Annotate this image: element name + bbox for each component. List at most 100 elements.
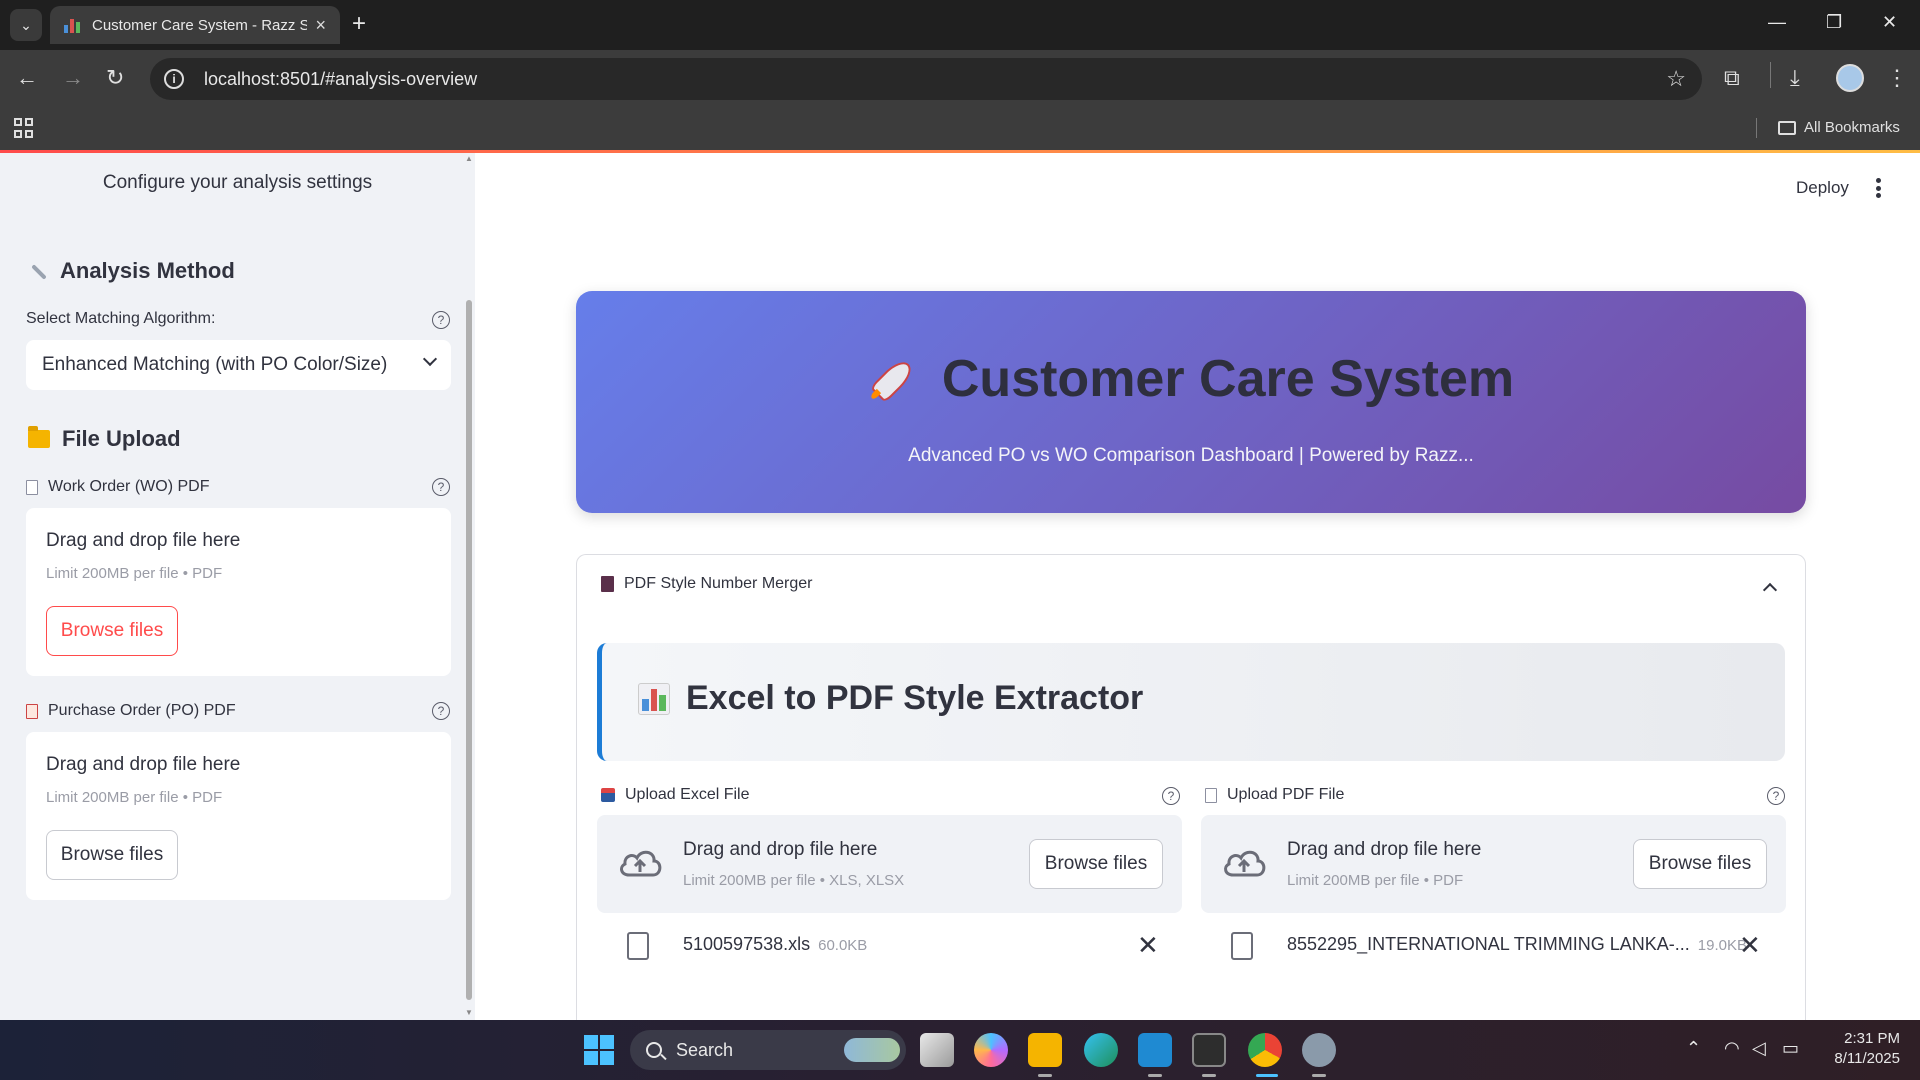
search-icon	[646, 1042, 662, 1058]
po-upload-label-text: Purchase Order (PO) PDF	[48, 702, 236, 719]
taskbar-search-label: Search	[676, 1039, 734, 1060]
downloads-icon[interactable]: ⤓	[1790, 65, 1800, 91]
bookmark-star-icon[interactable]: ☆	[1666, 66, 1686, 92]
all-bookmarks-label: All Bookmarks	[1804, 119, 1900, 136]
window-close-icon[interactable]: ✕	[1882, 12, 1897, 33]
remove-excel-file-icon[interactable]: ✕	[1137, 932, 1159, 958]
new-tab-button[interactable]: +	[352, 12, 366, 36]
pdf-file-name: 8552295_INTERNATIONAL TRIMMING LANKA-...…	[1287, 934, 1747, 955]
analysis-method-heading: Analysis Method	[28, 258, 235, 284]
algorithm-help-icon[interactable]: ?	[432, 311, 450, 329]
reload-icon[interactable]: ↻	[106, 64, 124, 92]
wo-dropzone[interactable]: Drag and drop file here Limit 200MB per …	[26, 508, 451, 676]
extensions-icon[interactable]: ⧉	[1724, 65, 1740, 91]
clipboard-icon	[26, 703, 38, 719]
pdf-drop-limit: Limit 200MB per file • PDF	[1287, 872, 1464, 889]
remove-pdf-file-icon[interactable]: ✕	[1739, 932, 1761, 958]
folder-icon	[28, 426, 50, 448]
taskbar-search[interactable]: Search	[630, 1030, 906, 1070]
hero-title-text: Customer Care System	[941, 350, 1515, 408]
algorithm-select[interactable]: Enhanced Matching (with PO Color/Size)	[26, 340, 451, 390]
pdf-browse-button[interactable]: Browse files	[1633, 839, 1767, 889]
address-bar[interactable]: i localhost:8501/#analysis-overview ☆	[150, 58, 1702, 100]
bar-chart-icon	[638, 682, 670, 715]
excel-file-name: 5100597538.xls 60.0KB	[683, 934, 867, 955]
hero-banner: Customer Care System Advanced PO vs WO C…	[576, 291, 1806, 513]
hero-subtitle: Advanced PO vs WO Comparison Dashboard |…	[908, 445, 1474, 466]
scroll-down-icon[interactable]: ▼	[465, 1008, 473, 1017]
settings-running-indicator	[1312, 1074, 1326, 1077]
task-view-icon[interactable]	[920, 1033, 954, 1067]
pdf-uploaded-file: 8552295_INTERNATIONAL TRIMMING LANKA-...…	[1201, 928, 1786, 976]
excel-file-name-text: 5100597538.xls	[683, 934, 811, 954]
all-bookmarks-button[interactable]: All Bookmarks	[1778, 119, 1900, 136]
analysis-method-heading-text: Analysis Method	[60, 258, 235, 283]
po-help-icon[interactable]: ?	[432, 702, 450, 720]
site-info-icon[interactable]: i	[164, 69, 184, 89]
volume-icon[interactable]: ◁	[1752, 1038, 1766, 1059]
cloud-upload-icon	[620, 850, 662, 877]
pdf-merger-expander: PDF Style Number Merger Excel to PDF Sty…	[576, 554, 1806, 1024]
edge-icon[interactable]	[1084, 1033, 1118, 1067]
excel-uploaded-file: 5100597538.xls 60.0KB ✕	[597, 928, 1182, 976]
wo-help-icon[interactable]: ?	[432, 478, 450, 496]
chrome-active-indicator	[1256, 1074, 1278, 1077]
folder-icon	[1778, 120, 1796, 135]
profile-avatar[interactable]	[1836, 64, 1864, 92]
wifi-icon[interactable]: ◠	[1724, 1038, 1740, 1059]
settings-gear-icon[interactable]	[1302, 1033, 1336, 1067]
wo-browse-button[interactable]: Browse files	[46, 606, 178, 656]
chevron-down-icon	[422, 351, 438, 367]
po-dropzone[interactable]: Drag and drop file here Limit 200MB per …	[26, 732, 451, 900]
tray-overflow-icon[interactable]: ⌃	[1686, 1038, 1701, 1059]
favicon-icon	[64, 17, 80, 33]
sidebar-scrollbar[interactable]: ▲ ▼	[465, 154, 473, 1017]
excel-upload-label: Upload Excel File	[601, 786, 750, 804]
chevron-up-icon[interactable]	[1762, 582, 1778, 598]
vscode-icon[interactable]	[1138, 1033, 1172, 1067]
hero-title: Customer Care System	[576, 349, 1806, 409]
excel-help-icon[interactable]: ?	[1162, 787, 1180, 805]
system-clock[interactable]: 2:31 PM 8/11/2025	[1820, 1029, 1900, 1069]
apps-grid-icon[interactable]	[14, 118, 34, 138]
terminal-icon[interactable]	[1192, 1033, 1226, 1067]
deploy-button[interactable]: Deploy	[1796, 178, 1849, 198]
expander-header[interactable]: PDF Style Number Merger	[601, 575, 813, 593]
clock-date: 8/11/2025	[1834, 1050, 1900, 1067]
copilot-icon[interactable]	[974, 1033, 1008, 1067]
search-highlight-image	[844, 1038, 900, 1062]
file-explorer-icon[interactable]	[1028, 1033, 1062, 1067]
back-icon[interactable]: ←	[16, 64, 38, 92]
excel-drop-limit: Limit 200MB per file • XLS, XLSX	[683, 872, 905, 889]
bookmarks-divider	[1756, 118, 1757, 138]
forward-icon[interactable]: →	[62, 64, 84, 92]
book-icon	[601, 576, 614, 592]
toolbar-divider	[1770, 62, 1771, 88]
pdf-dropzone[interactable]: Drag and drop file here Limit 200MB per …	[1201, 815, 1786, 913]
po-browse-button[interactable]: Browse files	[46, 830, 178, 880]
browser-tab-active[interactable]: Customer Care System - Razz S ×	[50, 6, 340, 44]
chrome-icon[interactable]	[1248, 1033, 1282, 1067]
start-button[interactable]	[584, 1035, 614, 1065]
file-upload-heading: File Upload	[28, 426, 181, 452]
expander-label: PDF Style Number Merger	[624, 575, 813, 592]
tab-close-icon[interactable]: ×	[315, 15, 326, 36]
minimize-icon[interactable]: —	[1768, 12, 1786, 33]
document-icon	[1205, 787, 1217, 803]
battery-icon[interactable]: ▭	[1782, 1038, 1799, 1059]
inbox-icon	[601, 788, 615, 802]
excel-dropzone[interactable]: Drag and drop file here Limit 200MB per …	[597, 815, 1182, 913]
excel-file-size: 60.0KB	[818, 937, 868, 954]
app-menu-icon[interactable]	[1876, 178, 1882, 198]
excel-upload-label-text: Upload Excel File	[625, 786, 750, 803]
extractor-title: Excel to PDF Style Extractor	[638, 679, 1143, 718]
file-icon	[1231, 932, 1253, 960]
pdf-help-icon[interactable]: ?	[1767, 787, 1785, 805]
scrollbar-thumb[interactable]	[466, 300, 472, 1000]
restore-icon[interactable]: ❐	[1826, 12, 1842, 33]
tab-search-button[interactable]: ⌄	[10, 9, 42, 41]
sidebar-caption: Configure your analysis settings	[102, 172, 373, 193]
browser-menu-icon[interactable]: ⋮	[1886, 65, 1908, 91]
excel-browse-button[interactable]: Browse files	[1029, 839, 1163, 889]
scroll-up-icon[interactable]: ▲	[465, 154, 473, 163]
